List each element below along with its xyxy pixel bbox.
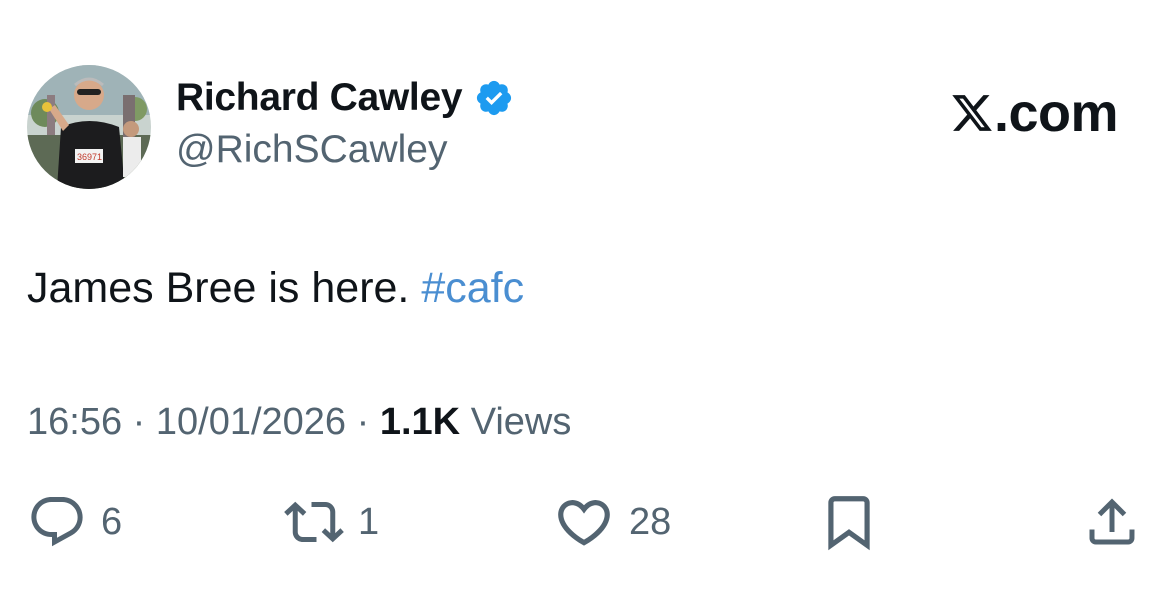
- verified-badge-icon: [474, 78, 514, 118]
- avatar[interactable]: 36971: [27, 65, 151, 189]
- brand-logo: .com: [950, 83, 1119, 143]
- bookmark-button[interactable]: [818, 490, 880, 554]
- meta-separator: ·: [356, 401, 370, 443]
- share-button[interactable]: [1082, 490, 1142, 554]
- retweet-count: 1: [358, 500, 380, 543]
- avatar-image: 36971: [27, 65, 151, 189]
- views-count: 1.1K: [379, 401, 461, 443]
- share-icon: [1082, 492, 1142, 552]
- reply-icon: [27, 492, 87, 552]
- x-logo-icon: [950, 91, 994, 135]
- retweet-button[interactable]: 1: [284, 490, 379, 554]
- brand-domain-text: .com: [993, 83, 1119, 143]
- reply-button[interactable]: 6: [27, 490, 122, 554]
- tweet-meta: 16:56 · 10/01/2026 · 1.1K Views: [27, 401, 571, 444]
- heart-icon: [553, 491, 615, 553]
- hashtag-link[interactable]: #cafc: [421, 264, 524, 312]
- tweet-body: James Bree is here.: [27, 264, 422, 312]
- bookmark-icon: [818, 491, 880, 553]
- author-name-row: Richard Cawley: [176, 76, 514, 120]
- tweet-date[interactable]: 10/01/2026: [156, 401, 346, 443]
- tweet-text: James Bree is here. #cafc: [27, 264, 524, 313]
- display-name[interactable]: Richard Cawley: [176, 76, 463, 120]
- author-handle[interactable]: @RichSCawley: [176, 128, 448, 172]
- retweet-icon: [284, 492, 344, 552]
- views-label: Views: [470, 401, 572, 443]
- like-button[interactable]: 28: [553, 490, 671, 554]
- avatar-bib-number: 36971: [77, 152, 102, 162]
- action-bar: 6 1 28: [0, 490, 1170, 554]
- reply-count: 6: [101, 500, 123, 543]
- meta-separator: ·: [132, 401, 146, 443]
- like-count: 28: [629, 500, 672, 543]
- tweet-time[interactable]: 16:56: [27, 401, 122, 443]
